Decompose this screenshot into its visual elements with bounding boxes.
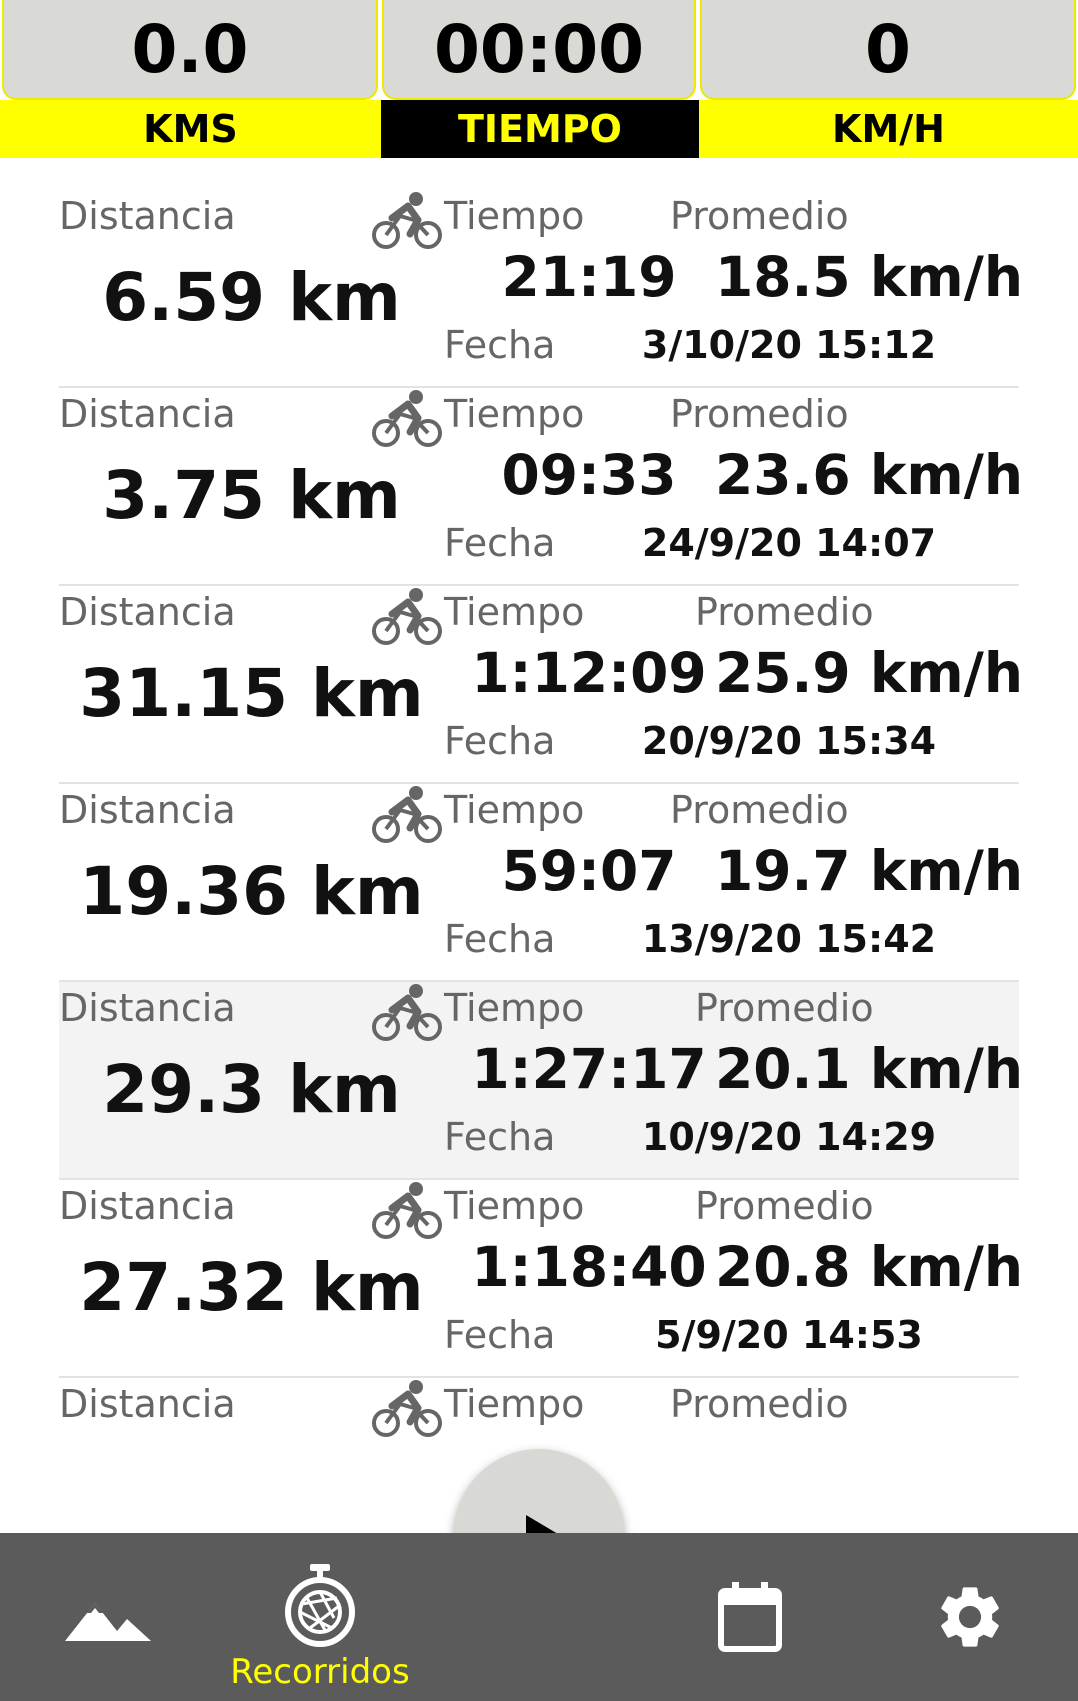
bike-icon	[370, 1180, 444, 1240]
distance-stat-value: 0.0	[2, 0, 378, 100]
distance-label: Distancia	[59, 788, 236, 832]
date-label: Fecha	[444, 1313, 556, 1357]
date-label: Fecha	[444, 719, 556, 763]
nav-label-recorridos: Recorridos	[230, 1652, 410, 1692]
ride-distance: 3.75 km	[102, 457, 401, 534]
ride-date: 5/9/20 14:53	[655, 1313, 923, 1357]
date-label: Fecha	[444, 917, 556, 961]
stopwatch-shutter-icon	[285, 1564, 355, 1647]
distance-label: Distancia	[59, 392, 236, 436]
ride-distance: 31.15 km	[79, 655, 424, 732]
ride-list-item[interactable]: Distancia Tiempo Promedio 6.59 km 21:19 18.5 …	[59, 190, 1023, 388]
bottom-navigation: Recorridos	[0, 1533, 1078, 1701]
bike-icon	[370, 982, 444, 1042]
bike-icon	[370, 586, 444, 646]
ride-time: 09:33	[501, 443, 677, 507]
ride-distance: 6.59 km	[102, 259, 401, 336]
ride-date: 3/10/20 15:12	[641, 323, 937, 367]
ride-list-item[interactable]: Distancia Tiempo Promedio 3.75 km 09:33 23.6 …	[59, 388, 1023, 586]
average-label: Promedio	[695, 590, 874, 634]
time-stat-label: TIEMPO	[381, 100, 699, 158]
speed-stat-value: 0	[700, 0, 1076, 100]
nav-item-recorridos[interactable]: Recorridos	[220, 1533, 420, 1701]
ride-time: 21:19	[501, 245, 677, 309]
nav-item-routes-map[interactable]	[50, 1533, 165, 1701]
speed-stat-label: KM/H	[699, 100, 1078, 158]
bike-icon	[370, 784, 444, 844]
ride-date: 10/9/20 14:29	[641, 1115, 937, 1159]
distance-label: Distancia	[59, 194, 236, 238]
distance-label: Distancia	[59, 1382, 236, 1426]
ride-average: 25.9 km/h	[715, 641, 1023, 705]
bike-icon	[370, 388, 444, 448]
ride-average: 18.5 km/h	[715, 245, 1023, 309]
ride-average: 20.1 km/h	[715, 1037, 1023, 1101]
ride-list-item[interactable]: Distancia Tiempo Promedio 27.32 km 1:18:40 20…	[59, 1180, 1023, 1378]
distance-label: Distancia	[59, 1184, 236, 1228]
time-label: Tiempo	[444, 1184, 585, 1228]
average-label: Promedio	[670, 1382, 849, 1426]
date-label: Fecha	[444, 521, 556, 565]
time-label: Tiempo	[444, 590, 585, 634]
bike-icon	[370, 1378, 444, 1438]
distance-stat-label: KMS	[0, 100, 381, 158]
ride-list[interactable]: Distancia Tiempo Promedio 6.59 km 21:19 18.5 …	[0, 190, 1078, 1576]
average-label: Promedio	[695, 1184, 874, 1228]
time-label: Tiempo	[444, 194, 585, 238]
ride-list-item[interactable]: Distancia Tiempo Promedio 31.15 km 1:12:09 25…	[59, 586, 1023, 784]
nav-item-settings[interactable]	[920, 1533, 1020, 1701]
ride-distance: 29.3 km	[102, 1051, 401, 1128]
distance-label: Distancia	[59, 590, 236, 634]
distance-label: Distancia	[59, 986, 236, 1030]
ride-date: 24/9/20 14:07	[641, 521, 937, 565]
time-stat-value: 00:00	[382, 0, 696, 100]
ride-average: 20.8 km/h	[715, 1235, 1023, 1299]
average-label: Promedio	[695, 986, 874, 1030]
stats-header: 0.0 00:00 0 KMS TIEMPO KM/H	[0, 0, 1078, 158]
ride-average: 23.6 km/h	[715, 443, 1023, 507]
time-label: Tiempo	[444, 788, 585, 832]
mountain-icon	[64, 1603, 151, 1641]
ride-average: 19.7 km/h	[715, 839, 1023, 903]
ride-date: 13/9/20 15:42	[641, 917, 937, 961]
ride-distance: 27.32 km	[79, 1249, 424, 1326]
ride-list-item[interactable]: Distancia Tiempo Promedio 19.36 km 59:07 19.7…	[59, 784, 1023, 982]
ride-distance: 19.36 km	[79, 853, 424, 930]
ride-time: 1:18:40	[471, 1235, 707, 1299]
time-label: Tiempo	[444, 986, 585, 1030]
average-label: Promedio	[670, 392, 849, 436]
date-label: Fecha	[444, 1115, 556, 1159]
calendar-icon	[718, 1582, 782, 1652]
ride-list-item[interactable]: Distancia Tiempo Promedio 29.3 km 1:27:17 20.…	[59, 982, 1023, 1180]
bike-icon	[370, 190, 444, 250]
date-label: Fecha	[444, 323, 556, 367]
nav-item-calendar[interactable]	[700, 1533, 800, 1701]
ride-date: 20/9/20 15:34	[641, 719, 937, 763]
average-label: Promedio	[670, 788, 849, 832]
time-label: Tiempo	[444, 392, 585, 436]
gear-icon	[941, 1587, 999, 1647]
ride-time: 1:27:17	[471, 1037, 707, 1101]
average-label: Promedio	[670, 194, 849, 238]
ride-time: 59:07	[501, 839, 677, 903]
ride-time: 1:12:09	[471, 641, 707, 705]
time-label: Tiempo	[444, 1382, 585, 1426]
